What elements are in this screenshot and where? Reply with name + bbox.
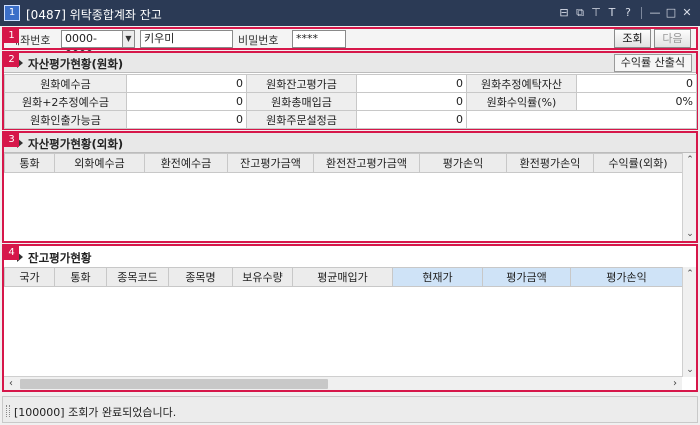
panel-marker-3: 3 <box>4 132 19 147</box>
table-row: 원화+2추정예수금 0 원화총매입금 0 원화수익률(%) 0% <box>4 92 697 111</box>
col-header-currency[interactable]: 통화 <box>54 267 107 287</box>
holdings-table: 국가 통화 종목코드 종목명 보유수량 평균매입가 현재가 평가금액 평가손익 <box>4 267 683 287</box>
krw-total-purchase-label: 원화총매입금 <box>246 92 357 111</box>
account-dropdown-button[interactable]: ▼ <box>122 30 135 48</box>
account-panel: 1 계좌번호 0000-0000 ▼ 키우미 비밀번호 **** 조회 다음 <box>2 27 698 61</box>
krw-balance-eval-label: 원화잔고평가금 <box>246 74 357 93</box>
krw-d2-deposit-label: 원화+2추정예수금 <box>4 92 127 111</box>
col-header-country[interactable]: 국가 <box>4 267 55 287</box>
window-title: [0487] 위탁종합계좌 잔고 <box>26 8 162 22</box>
col-header-avg-price[interactable]: 평균매입가 <box>292 267 393 287</box>
table-row: 원화예수금 0 원화잔고평가금 0 원화추정예탁자산 0 <box>4 74 697 93</box>
fx-assets-panel: 3 자산평가현황(외화) 통화 외화예수금 환전예수금 잔고평가금액 환전잔고평… <box>2 131 698 243</box>
col-header-exchange-deposit[interactable]: 환전예수금 <box>144 153 228 173</box>
table-row: 원화인출가능금 0 원화주문설정금 0 <box>4 110 697 129</box>
fx-assets-header: 자산평가현황(외화) <box>4 133 696 153</box>
krw-est-assets-label: 원화추정예탁자산 <box>466 74 577 93</box>
search-button[interactable]: 조회 <box>614 29 651 48</box>
krw-deposit-label: 원화예수금 <box>4 74 127 93</box>
table-header-row: 통화 외화예수금 환전예수금 잔고평가금액 환전잔고평가금액 평가손익 환전평가… <box>4 153 683 173</box>
password-label: 비밀번호 <box>238 34 279 47</box>
panel-marker-4: 4 <box>4 245 19 260</box>
col-header-fx-deposit[interactable]: 외화예수금 <box>54 153 145 173</box>
col-header-fx-return[interactable]: 수익률(외화) <box>593 153 683 173</box>
chevron-down-icon: ▼ <box>125 34 132 43</box>
window-controls: ⊟ ⧉ ⊤ T ? — □ ✕ <box>557 5 694 21</box>
scroll-up-icon[interactable]: ⌃ <box>683 153 697 167</box>
krw-return-rate-value: 0% <box>576 92 697 111</box>
col-header-stock-code[interactable]: 종목코드 <box>106 267 169 287</box>
copy-window-icon[interactable]: ⧉ <box>573 5 587 21</box>
col-header-stock-name[interactable]: 종목명 <box>168 267 233 287</box>
link-icon[interactable]: ⊟ <box>557 5 571 21</box>
account-holder-field: 키우미 <box>140 30 233 48</box>
pin-icon[interactable]: ⊤ <box>589 5 603 21</box>
col-header-eval-amount[interactable]: 평가금액 <box>482 267 571 287</box>
table-header-row: 국가 통화 종목코드 종목명 보유수량 평균매입가 현재가 평가금액 평가손익 <box>4 267 683 287</box>
empty-cell <box>576 110 697 129</box>
scroll-down-icon[interactable]: ⌄ <box>683 363 697 377</box>
minimize-icon[interactable]: — <box>648 5 662 21</box>
close-icon[interactable]: ✕ <box>680 5 694 21</box>
window-titlebar: 1 [0487] 위탁종합계좌 잔고 ⊟ ⧉ ⊤ T ? — □ ✕ <box>0 0 700 26</box>
empty-cell <box>466 110 577 129</box>
holdings-panel: 4 잔고평가현황 국가 통화 종목코드 종목명 보유수량 평균매입가 현재가 평… <box>2 244 698 392</box>
panel-marker-2: 2 <box>4 52 19 67</box>
holdings-header: 잔고평가현황 <box>4 246 696 266</box>
holdings-vertical-scrollbar[interactable]: ⌃ ⌄ <box>682 267 696 377</box>
col-header-eval-pnl[interactable]: 평가손익 <box>419 153 507 173</box>
panel-marker-1: 1 <box>4 28 19 43</box>
fx-assets-title: 자산평가현황(외화) <box>28 137 124 151</box>
krw-withdrawable-label: 원화인출가능금 <box>4 110 127 129</box>
col-header-currency[interactable]: 통화 <box>4 153 55 173</box>
krw-total-purchase-value: 0 <box>356 92 467 111</box>
krw-withdrawable-value: 0 <box>126 110 247 129</box>
krw-assets-table: 원화예수금 0 원화잔고평가금 0 원화추정예탁자산 0 원화+2추정예수금 0… <box>4 74 697 129</box>
krw-balance-eval-value: 0 <box>356 74 467 93</box>
maximize-icon[interactable]: □ <box>664 5 678 21</box>
krw-est-assets-value: 0 <box>576 74 697 93</box>
krw-assets-header: 자산평가현황(원화) 수익률 산출식 <box>4 53 696 73</box>
scroll-up-icon[interactable]: ⌃ <box>683 267 697 281</box>
krw-order-setting-label: 원화주문설정금 <box>246 110 357 129</box>
return-formula-button[interactable]: 수익률 산출식 <box>613 54 692 72</box>
holdings-title: 잔고평가현황 <box>28 251 92 265</box>
grip-icon <box>6 405 10 417</box>
horizontal-scroll-thumb[interactable] <box>20 379 328 389</box>
col-header-current-price[interactable]: 현재가 <box>392 267 483 287</box>
next-button[interactable]: 다음 <box>654 29 691 48</box>
status-message: [100000] 조회가 완료되었습니다. <box>14 406 177 419</box>
krw-assets-title: 자산평가현황(원화) <box>28 57 124 71</box>
scroll-left-icon[interactable]: ‹ <box>4 377 18 391</box>
col-header-exchange-eval-pnl[interactable]: 환전평가손익 <box>506 153 594 173</box>
status-bar: [100000] 조회가 완료되었습니다. <box>2 396 698 423</box>
titlebar-divider <box>641 7 642 19</box>
krw-d2-deposit-value: 0 <box>126 92 247 111</box>
scroll-right-icon[interactable]: › <box>668 377 682 391</box>
col-header-balance-eval[interactable]: 잔고평가금액 <box>227 153 314 173</box>
account-number-field[interactable]: 0000-0000 <box>61 30 123 61</box>
password-input[interactable]: **** <box>292 30 346 48</box>
scroll-down-icon[interactable]: ⌄ <box>683 227 697 241</box>
krw-order-setting-value: 0 <box>356 110 467 129</box>
fx-assets-table: 통화 외화예수금 환전예수금 잔고평가금액 환전잔고평가금액 평가손익 환전평가… <box>4 153 683 173</box>
text-icon[interactable]: T <box>605 5 619 21</box>
holdings-horizontal-scrollbar[interactable]: ‹ › <box>4 376 682 390</box>
krw-deposit-value: 0 <box>126 74 247 93</box>
krw-assets-panel: 2 자산평가현황(원화) 수익률 산출식 원화예수금 0 원화잔고평가금 0 원… <box>2 51 698 130</box>
fx-table-vertical-scrollbar[interactable]: ⌃ ⌄ <box>682 153 696 241</box>
col-header-quantity[interactable]: 보유수량 <box>232 267 293 287</box>
window-number-badge: 1 <box>4 5 20 21</box>
help-icon[interactable]: ? <box>621 5 635 21</box>
col-header-eval-pnl[interactable]: 평가손익 <box>570 267 683 287</box>
col-header-exchange-balance-eval[interactable]: 환전잔고평가금액 <box>313 153 420 173</box>
krw-return-rate-label: 원화수익률(%) <box>466 92 577 111</box>
